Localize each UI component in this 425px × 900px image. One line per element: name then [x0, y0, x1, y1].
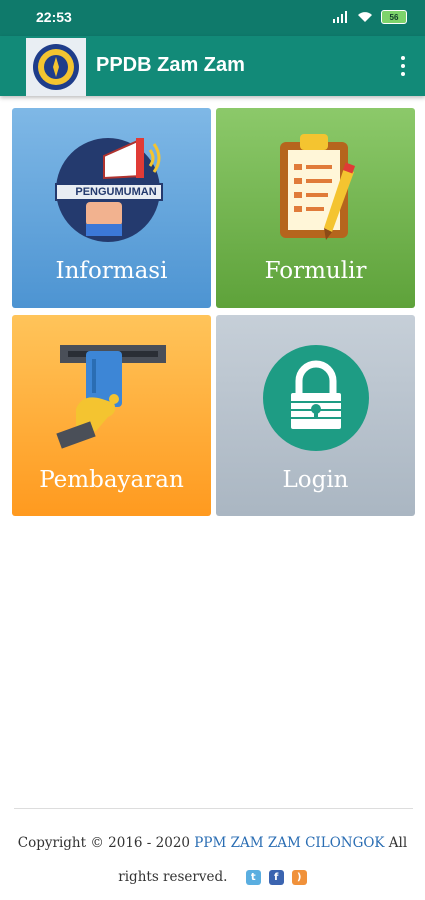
status-bar: 22:53 56	[0, 0, 425, 36]
twitter-icon[interactable]: t	[245, 870, 261, 885]
footer-line-2: rights reserved. t f )	[0, 860, 425, 894]
clipboard-icon	[279, 134, 355, 240]
battery-level: 56	[389, 12, 399, 22]
rss-icon[interactable]: )	[291, 870, 307, 885]
tile-label-login: Login	[282, 467, 349, 493]
wifi-icon	[358, 12, 372, 22]
status-time: 22:53	[36, 9, 72, 25]
school-logo-icon	[26, 38, 86, 96]
app-title: PPDB Zam Zam	[96, 54, 245, 76]
copyright-suffix: All	[384, 835, 408, 851]
tile-label-informasi: Informasi	[55, 258, 168, 284]
banner-text: PENGUMUMAN	[75, 186, 157, 198]
footer: Copyright © 2016 - 2020 PPM ZAM ZAM CILO…	[0, 826, 425, 894]
more-vert-dot	[401, 72, 405, 76]
tile-formulir[interactable]: Formulir	[216, 108, 415, 308]
footer-line-1: Copyright © 2016 - 2020 PPM ZAM ZAM CILO…	[0, 826, 425, 860]
signal-icon	[333, 11, 347, 23]
battery-icon: 56	[381, 10, 407, 24]
tile-label-pembayaran: Pembayaran	[39, 467, 184, 493]
facebook-icon[interactable]: f	[268, 870, 284, 885]
tile-label-formulir: Formulir	[264, 258, 367, 284]
social-links: t f )	[245, 870, 307, 885]
more-vert-icon	[401, 56, 405, 60]
footer-divider	[14, 808, 413, 809]
overflow-menu-button[interactable]	[391, 50, 415, 82]
tile-icon-wrap	[12, 343, 211, 453]
lock-icon	[262, 345, 369, 451]
footer-link[interactable]: PPM ZAM ZAM CILONGOK	[194, 835, 384, 851]
tile-pembayaran[interactable]: Pembayaran	[12, 315, 211, 516]
tile-login[interactable]: Login	[216, 315, 415, 516]
rights-text: rights reserved.	[118, 869, 228, 885]
more-vert-dot	[401, 64, 405, 68]
copyright-text: Copyright © 2016 - 2020	[17, 835, 195, 851]
tile-icon-wrap	[216, 128, 415, 243]
tile-informasi[interactable]: PENGUMUMAN Informasi	[12, 108, 211, 308]
card-payment-icon	[55, 345, 166, 449]
status-icons: 56	[333, 10, 407, 24]
tile-icon-wrap	[216, 343, 415, 453]
app-bar: PPDB Zam Zam	[0, 36, 425, 96]
